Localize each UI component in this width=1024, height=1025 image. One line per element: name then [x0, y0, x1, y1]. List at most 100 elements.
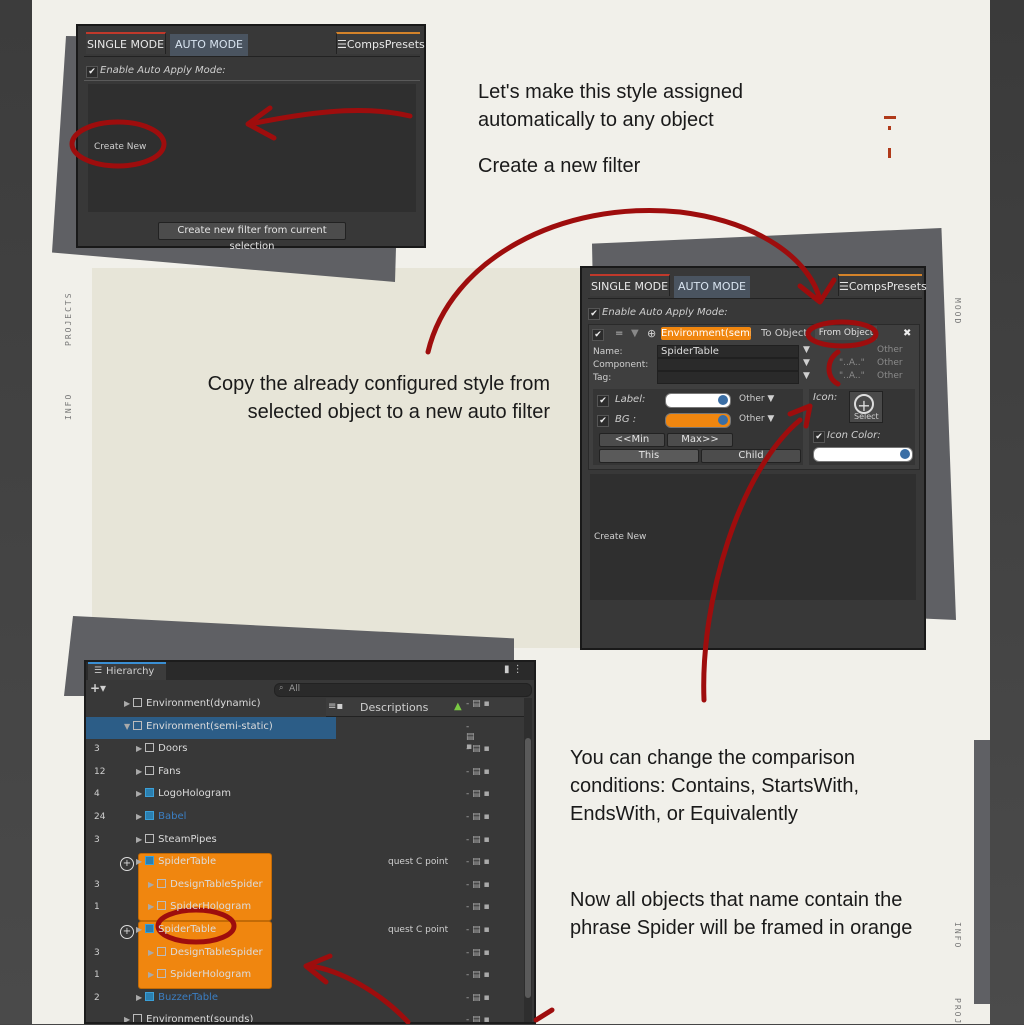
close-filter-icon[interactable]: ✖: [903, 328, 911, 339]
row-toggle-icons[interactable]: - ▤ ▪: [466, 812, 490, 822]
object-name[interactable]: ▶ Babel: [136, 811, 186, 822]
object-name[interactable]: ▼ Environment(semi-static): [124, 720, 273, 732]
object-name[interactable]: ▶ Environment(dynamic): [124, 698, 261, 709]
row-toggle-icons[interactable]: - ▤ ▪: [466, 1015, 490, 1022]
expand-arrow-icon[interactable]: ▼: [124, 722, 130, 731]
object-name[interactable]: ▶ SpiderTable: [136, 924, 216, 935]
filter-collapse-arrow-icon[interactable]: ▼: [631, 328, 639, 339]
hierarchy-row[interactable]: ▶ Environment(sounds) - ▤ ▪: [86, 1010, 534, 1022]
object-name[interactable]: ▶ SpiderHologram: [148, 969, 251, 980]
tab-single-mode[interactable]: SINGLE MODE: [590, 274, 670, 296]
expand-arrow-icon[interactable]: ▶: [148, 948, 154, 957]
object-name[interactable]: ▶ SteamPipes: [136, 833, 217, 845]
object-name[interactable]: ▶ DesignTableSpider: [148, 946, 263, 958]
bg-checkbox[interactable]: ✔: [597, 415, 609, 427]
row-toggle-icons[interactable]: - ▤ ▪: [466, 948, 490, 958]
label-other[interactable]: Other ▼: [739, 394, 774, 404]
filter-enable-checkbox[interactable]: ✔: [592, 329, 604, 341]
hierarchy-row[interactable]: 3 ▶ DesignTableSpider - ▤ ▪: [86, 943, 534, 965]
row-toggle-icons[interactable]: - ▤ ▪: [466, 767, 490, 777]
expand-arrow-icon[interactable]: ▶: [136, 835, 142, 844]
hierarchy-row[interactable]: ▼ Environment(semi-static) - ▤ ▪: [86, 716, 475, 752]
eyedropper-icon[interactable]: [900, 449, 910, 459]
hierarchy-row[interactable]: ▶ Environment(dynamic) - ▤ ▪: [86, 694, 534, 716]
label-checkbox[interactable]: ✔: [597, 395, 609, 407]
object-name[interactable]: ▶ Fans: [136, 765, 181, 777]
tag-mode[interactable]: "..A..": [839, 371, 865, 381]
hierarchy-row[interactable]: 3 ▶ Doors - ▤ ▪: [86, 739, 534, 761]
auto-apply-checkbox[interactable]: ✔: [588, 308, 600, 320]
icon-select-button[interactable]: + Select: [849, 391, 883, 423]
hierarchy-row[interactable]: ▶ SpiderTable quest C point - ▤ ▪: [86, 920, 534, 942]
component-mode[interactable]: "..A..": [839, 358, 865, 368]
icon-color-checkbox[interactable]: ✔: [813, 431, 825, 443]
object-name[interactable]: ▶ SpiderHologram: [148, 901, 251, 912]
row-toggle-icons[interactable]: - ▤ ▪: [466, 993, 490, 1003]
child-button[interactable]: Child: [701, 449, 801, 463]
auto-apply-checkbox[interactable]: ✔: [86, 66, 98, 78]
tab-comps-presets[interactable]: ☰CompsPresets: [336, 32, 425, 54]
create-dropdown-button[interactable]: +▾: [90, 681, 106, 695]
hierarchy-row[interactable]: 1 ▶ SpiderHologram - ▤ ▪: [86, 965, 534, 987]
hierarchy-row[interactable]: 1 ▶ SpiderHologram - ▤ ▪: [86, 897, 534, 919]
hierarchy-tab[interactable]: ☰ Hierarchy: [88, 662, 166, 680]
name-input[interactable]: SpiderTable: [657, 345, 799, 358]
hierarchy-row[interactable]: 12 ▶ Fans - ▤ ▪: [86, 762, 534, 784]
expand-arrow-icon[interactable]: ▶: [136, 789, 142, 798]
object-name[interactable]: ▶ Doors: [136, 743, 187, 754]
this-button[interactable]: This: [599, 449, 699, 463]
tag-other[interactable]: Other: [877, 371, 903, 381]
create-new-button[interactable]: Create New: [594, 532, 646, 542]
tab-auto-mode[interactable]: AUTO MODE: [674, 276, 750, 298]
label-color-swatch[interactable]: [665, 393, 731, 408]
filter-equals-toggle[interactable]: =: [615, 328, 623, 339]
filter-add-icon[interactable]: ⊕: [647, 327, 656, 340]
object-name[interactable]: ▶ SpiderTable: [136, 856, 216, 867]
tag-input[interactable]: [657, 371, 799, 384]
to-object-button[interactable]: To Object: [761, 328, 807, 339]
tab-comps-presets[interactable]: ☰CompsPresets: [838, 274, 927, 296]
component-other[interactable]: Other: [877, 358, 903, 368]
hierarchy-row[interactable]: 24 ▶ Babel - ▤ ▪: [86, 807, 534, 829]
row-toggle-icons[interactable]: - ▤ ▪: [466, 925, 490, 935]
row-toggle-icons[interactable]: - ▤ ▪: [466, 789, 490, 799]
tab-auto-mode[interactable]: AUTO MODE: [170, 34, 248, 56]
expand-arrow-icon[interactable]: ▶: [124, 1015, 130, 1022]
object-name[interactable]: ▶ DesignTableSpider: [148, 878, 263, 890]
row-toggle-icons[interactable]: - ▤ ▪: [466, 699, 490, 709]
expand-arrow-icon[interactable]: ▶: [136, 767, 142, 776]
create-from-selection-button[interactable]: Create new filter from current selection: [158, 222, 346, 252]
component-dropdown-icon[interactable]: ▼: [803, 358, 810, 368]
eyedropper-icon[interactable]: [718, 415, 728, 425]
create-new-button[interactable]: Create New: [94, 142, 146, 152]
icon-color-swatch[interactable]: [813, 447, 913, 462]
row-toggle-icons[interactable]: - ▤ ▪: [466, 970, 490, 980]
object-name[interactable]: ▶ Environment(sounds): [124, 1014, 253, 1022]
row-toggle-icons[interactable]: - ▤ ▪: [466, 902, 490, 912]
expand-arrow-icon[interactable]: ▶: [136, 857, 142, 866]
hierarchy-row[interactable]: 2 ▶ BuzzerTable - ▤ ▪: [86, 988, 534, 1010]
object-name[interactable]: ▶ LogoHologram: [136, 788, 231, 799]
bg-other[interactable]: Other ▼: [739, 414, 774, 424]
name-mode[interactable]: "": [845, 345, 853, 355]
min-button[interactable]: <<Min: [599, 433, 665, 447]
tag-dropdown-icon[interactable]: ▼: [803, 371, 810, 381]
row-toggle-icons[interactable]: - ▤ ▪: [466, 744, 490, 754]
hierarchy-row[interactable]: ▶ SpiderTable quest C point - ▤ ▪: [86, 852, 534, 874]
from-object-button[interactable]: From Object: [815, 326, 877, 340]
expand-arrow-icon[interactable]: ▶: [148, 880, 154, 889]
expand-arrow-icon[interactable]: ▶: [136, 925, 142, 934]
expand-arrow-icon[interactable]: ▶: [136, 812, 142, 821]
tab-single-mode[interactable]: SINGLE MODE: [86, 32, 166, 54]
expand-arrow-icon[interactable]: ▶: [148, 970, 154, 979]
row-toggle-icons[interactable]: - ▤ ▪: [466, 857, 490, 867]
max-button[interactable]: Max>>: [667, 433, 733, 447]
object-name[interactable]: ▶ BuzzerTable: [136, 991, 218, 1003]
expand-arrow-icon[interactable]: ▶: [148, 902, 154, 911]
name-dropdown-icon[interactable]: ▼: [803, 345, 810, 355]
eyedropper-icon[interactable]: [718, 395, 728, 405]
hierarchy-row[interactable]: 3 ▶ SteamPipes - ▤ ▪: [86, 830, 534, 852]
lock-icon[interactable]: ▮ ⋮: [504, 664, 523, 675]
name-other[interactable]: Other: [877, 345, 903, 355]
bg-color-swatch[interactable]: [665, 413, 731, 428]
